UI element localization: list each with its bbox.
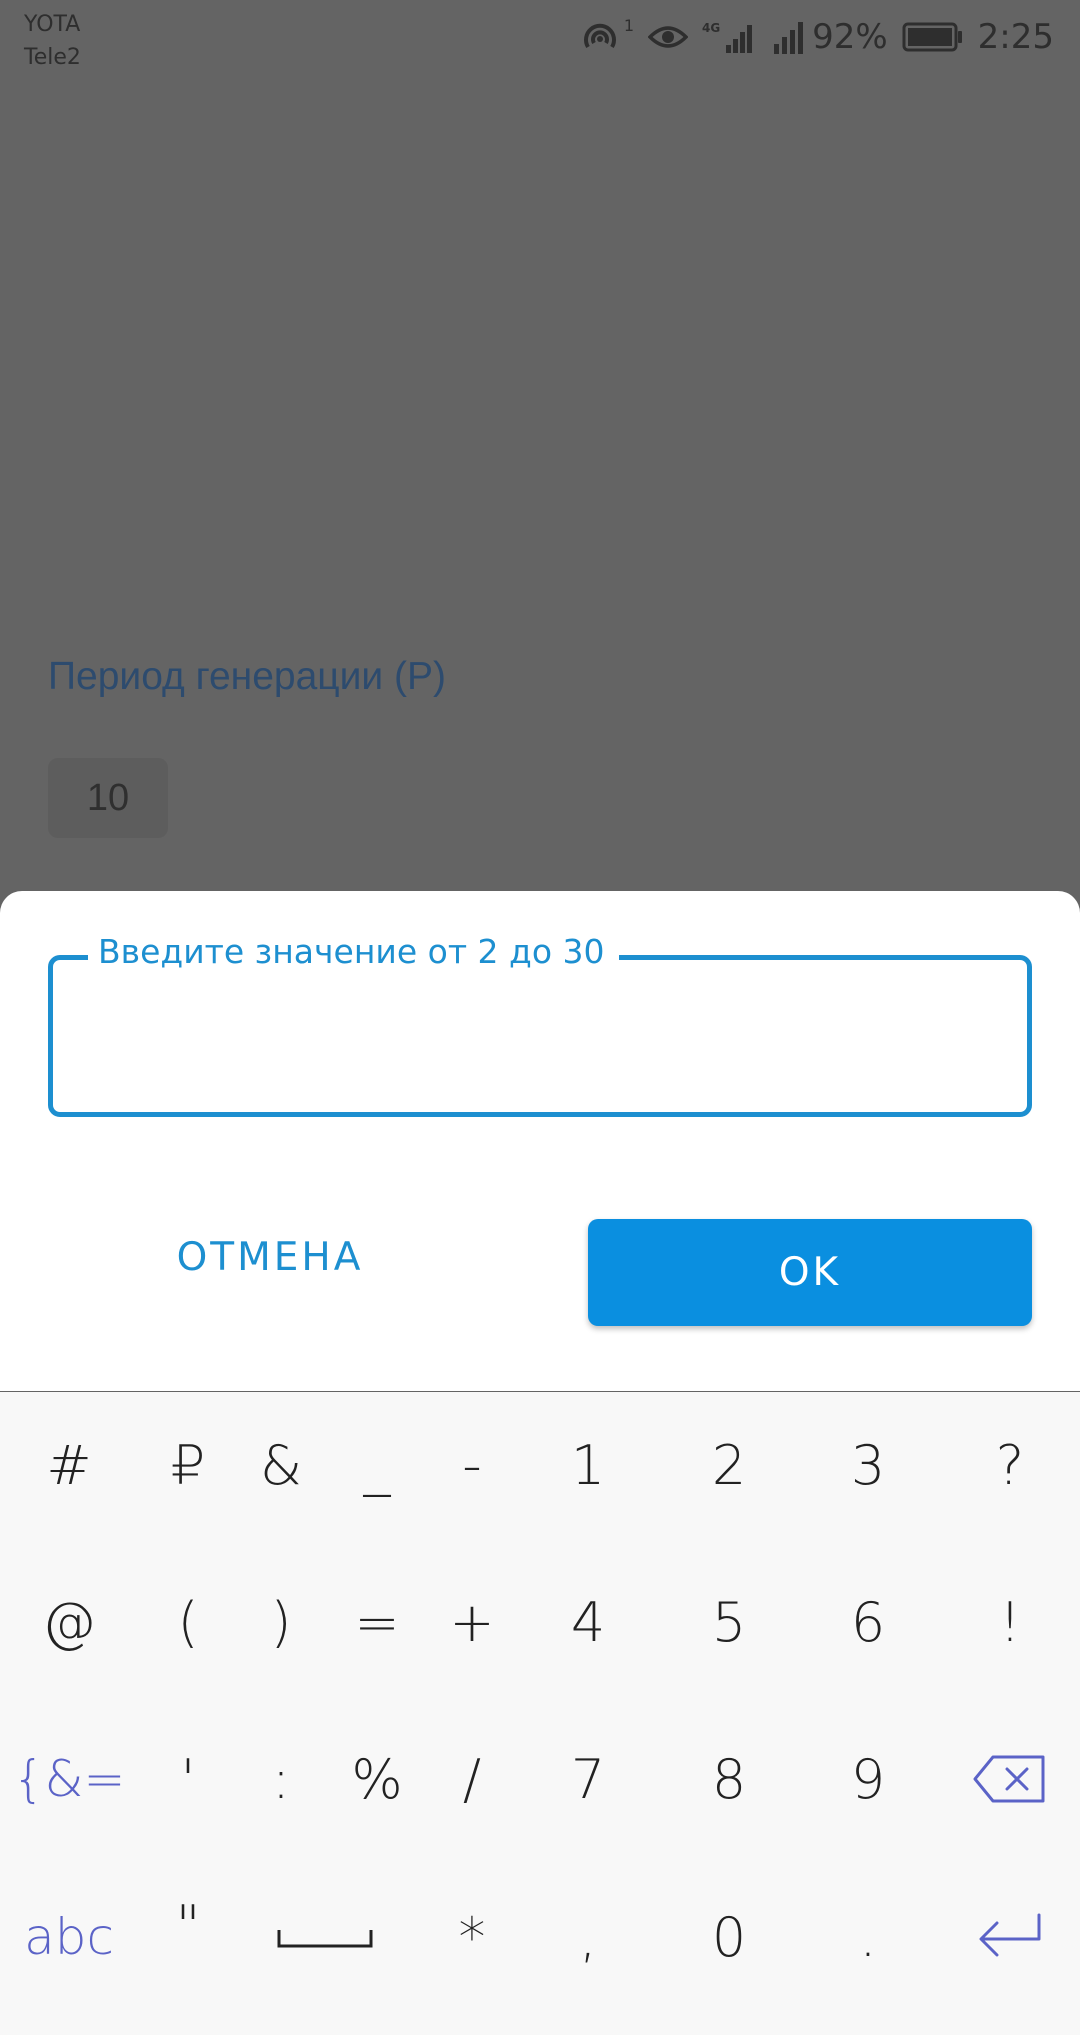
key-paren-close[interactable]: ): [231, 1572, 331, 1672]
value-input[interactable]: [73, 1000, 1007, 1072]
key-minus[interactable]: -: [422, 1415, 522, 1515]
key-question[interactable]: ?: [960, 1415, 1060, 1515]
value-field[interactable]: Введите значение от 2 до 30: [48, 932, 1032, 1117]
key-ampersand[interactable]: &: [231, 1415, 331, 1515]
hotspot-icon: [580, 19, 620, 55]
status-bar: YOTA Tele2 1 4G 92% 2:25: [0, 0, 1080, 75]
numeric-keyboard: # ₽ & _ - 1 2 3 ? @ ( ) = + 4 5 6 ! {&= …: [0, 1392, 1080, 2035]
key-4[interactable]: 4: [538, 1572, 638, 1672]
battery-percent: 92%: [812, 17, 888, 57]
eye-icon: [648, 22, 689, 52]
carrier-2: Tele2: [24, 45, 81, 70]
status-icons: 1 4G 92% 2:25: [580, 14, 1054, 60]
key-quote[interactable]: ": [138, 1875, 238, 1975]
generation-period-value[interactable]: 10: [48, 758, 168, 838]
key-slash[interactable]: /: [422, 1729, 522, 1829]
key-colon[interactable]: :: [231, 1729, 331, 1829]
input-dialog: Введите значение от 2 до 30 ОТМЕНА OK: [0, 891, 1080, 1391]
svg-text:4G: 4G: [702, 21, 720, 35]
hotspot-count: 1: [623, 15, 635, 35]
key-7[interactable]: 7: [538, 1729, 638, 1829]
key-6[interactable]: 6: [818, 1572, 918, 1672]
key-plus[interactable]: +: [422, 1572, 522, 1672]
clock: 2:25: [977, 17, 1054, 57]
key-2[interactable]: 2: [679, 1415, 779, 1515]
key-5[interactable]: 5: [679, 1572, 779, 1672]
key-comma[interactable]: ,: [538, 1887, 638, 1987]
key-underscore[interactable]: _: [327, 1415, 427, 1515]
key-ruble[interactable]: ₽: [138, 1415, 238, 1515]
key-hash[interactable]: #: [19, 1415, 119, 1515]
key-0[interactable]: 0: [679, 1887, 779, 1987]
key-paren-open[interactable]: (: [138, 1572, 238, 1672]
key-abc-toggle[interactable]: abc: [19, 1887, 119, 1987]
space-icon[interactable]: [270, 1887, 380, 1987]
key-exclamation[interactable]: !: [960, 1572, 1060, 1672]
key-period[interactable]: .: [818, 1887, 918, 1987]
key-symbols-toggle[interactable]: {&=: [13, 1729, 126, 1829]
key-9[interactable]: 9: [818, 1729, 918, 1829]
value-field-label: Введите значение от 2 до 30: [88, 932, 619, 971]
carrier-1: YOTA: [24, 12, 81, 37]
backspace-icon[interactable]: [960, 1729, 1060, 1829]
key-3[interactable]: 3: [818, 1415, 918, 1515]
battery-icon: [902, 21, 964, 53]
key-at[interactable]: @: [19, 1572, 119, 1672]
key-percent[interactable]: %: [327, 1729, 427, 1829]
key-8[interactable]: 8: [679, 1729, 779, 1829]
carrier-info: YOTA Tele2: [24, 8, 81, 74]
generation-period-label: Период генерации (P): [48, 655, 447, 698]
key-asterisk[interactable]: *: [422, 1887, 522, 1987]
signal-icon: [772, 20, 808, 54]
key-1[interactable]: 1: [538, 1415, 638, 1515]
key-equals[interactable]: =: [327, 1572, 427, 1672]
enter-icon[interactable]: [960, 1887, 1060, 1987]
ok-button[interactable]: OK: [588, 1219, 1032, 1326]
network-4g-signal-icon: 4G: [702, 19, 758, 55]
cancel-button[interactable]: ОТМЕНА: [100, 1207, 440, 1307]
key-apostrophe[interactable]: ': [138, 1729, 238, 1829]
